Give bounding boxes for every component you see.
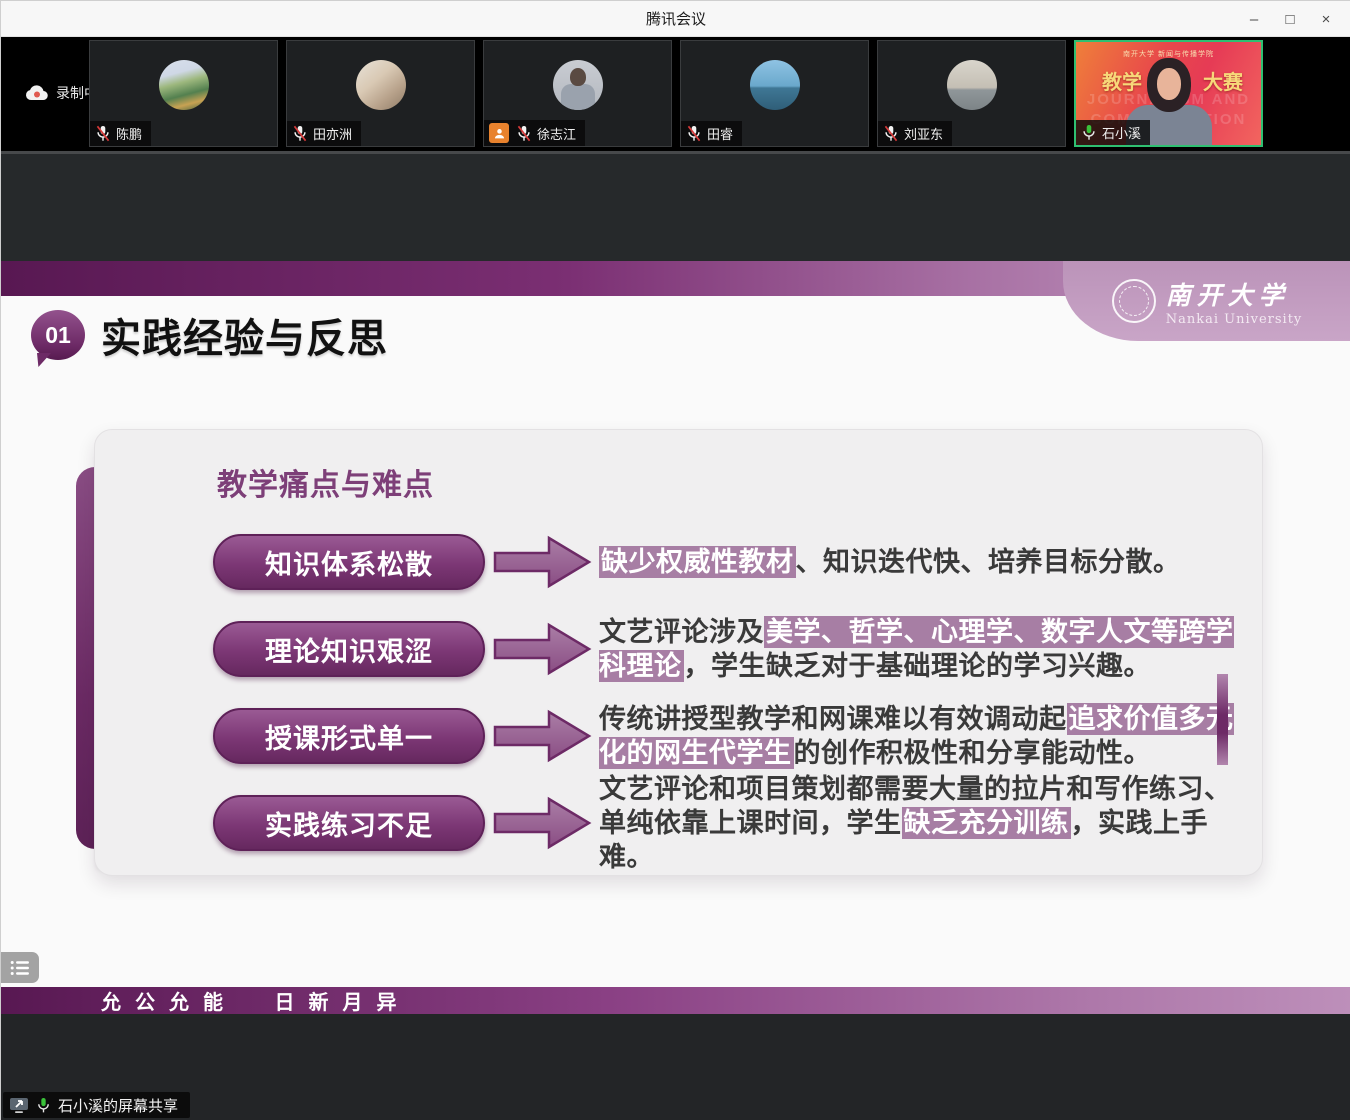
participant-name: 石小溪	[1102, 123, 1141, 142]
screen-share-icon	[9, 1096, 29, 1114]
pill-label: 理论知识艰涩	[265, 630, 433, 669]
section-number: 01	[45, 322, 71, 349]
bottom-background: 石小溪的屏幕共享	[1, 1014, 1350, 1120]
mic-active-icon	[1081, 124, 1097, 141]
participant-name-badge: 刘亚东	[878, 121, 952, 146]
mic-active-icon	[36, 1097, 51, 1114]
participant-name: 陈鹏	[116, 124, 142, 143]
avatar	[159, 60, 209, 110]
pain-point-row: 理论知识艰涩 文艺评论涉及美学、哲学、心理学、数字人文等跨学科理论，学生缺乏对于…	[213, 621, 1236, 677]
mic-muted-icon	[883, 125, 899, 142]
pain-point-pill: 知识体系松散	[213, 534, 485, 590]
mic-muted-icon	[95, 125, 111, 142]
plain-text: ，学生缺乏对于基础理论的学习兴趣。	[684, 651, 1152, 681]
maximize-icon[interactable]: □	[1275, 4, 1305, 34]
pill-label: 实践练习不足	[265, 804, 433, 843]
card-title: 教学痛点与难点	[217, 460, 1236, 504]
avatar	[553, 60, 603, 110]
pain-point-description: 传统讲授型教学和网课难以有效调动起追求价值多元化的网生代学生的创作积极性和分享能…	[599, 702, 1236, 770]
cloud-recording-icon	[25, 84, 49, 102]
participant-name-badge: 徐志江	[484, 120, 585, 146]
screen-share-text: 石小溪的屏幕共享	[58, 1095, 178, 1116]
mic-muted-icon	[686, 125, 702, 142]
pain-point-pill: 理论知识艰涩	[213, 621, 485, 677]
window-title: 腾讯会议	[646, 8, 706, 29]
host-person-icon	[493, 127, 506, 140]
university-name-cn: 南开大学	[1166, 276, 1303, 312]
participant-tile[interactable]: 田睿	[680, 40, 869, 147]
mic-muted-icon	[516, 125, 532, 142]
highlighted-text: 缺乏充分训练	[902, 807, 1071, 839]
pain-point-rows: 知识体系松散 缺少权威性教材、知识迭代快、培养目标分散。理论知识艰涩 文艺评论涉…	[213, 534, 1236, 851]
pain-point-row: 知识体系松散 缺少权威性教材、知识迭代快、培养目标分散。	[213, 534, 1236, 590]
pain-point-pill: 授课形式单一	[213, 708, 485, 764]
pill-label: 知识体系松散	[265, 543, 433, 582]
avatar	[947, 60, 997, 110]
video-banner-title-right: 大赛	[1203, 66, 1243, 95]
screen-share-label[interactable]: 石小溪的屏幕共享	[3, 1092, 190, 1118]
participant-tile[interactable]: 刘亚东	[877, 40, 1066, 147]
participant-name-badge: 陈鹏	[90, 121, 151, 146]
pain-point-description: 缺少权威性教材、知识迭代快、培养目标分散。	[599, 545, 1236, 579]
section-title-group: 01 实践经验与反思	[31, 306, 388, 364]
host-badge	[489, 123, 509, 143]
window-titlebar: 腾讯会议 – □ ×	[1, 1, 1350, 37]
motto-bar: 允公允能 日新月异	[1, 987, 1350, 1014]
participant-tile[interactable]: 田亦洲	[286, 40, 475, 147]
university-logo-area: 南开大学 Nankai University	[1063, 261, 1350, 341]
avatar	[356, 60, 406, 110]
speaker-face	[1157, 68, 1181, 100]
pain-point-description: 文艺评论涉及美学、哲学、心理学、数字人文等跨学科理论，学生缺乏对于基础理论的学习…	[599, 615, 1236, 683]
participant-name: 徐志江	[537, 124, 576, 143]
arrow-right-icon	[493, 706, 593, 766]
pain-point-row: 实践练习不足 文艺评论和项目策划都需要大量的拉片和写作练习、单纯依靠上课时间，学…	[213, 795, 1236, 851]
pain-point-row: 授课形式单一 传统讲授型教学和网课难以有效调动起追求价值多元化的网生代学生的创作…	[213, 708, 1236, 764]
section-number-bubble: 01	[31, 310, 85, 360]
slide-title: 实践经验与反思	[101, 306, 388, 364]
pill-label: 授课形式单一	[265, 717, 433, 756]
video-banner-title-left: 教学	[1102, 66, 1142, 95]
participant-name: 田睿	[707, 124, 733, 143]
participant-tile[interactable]: 南开大学 新闻与传播学院 JOURNALISM ANDCOMMUNICATION…	[1074, 40, 1263, 147]
minimize-icon[interactable]: –	[1239, 4, 1269, 34]
list-icon	[10, 960, 30, 976]
participant-name-badge: 田睿	[681, 121, 742, 146]
highlighted-text: 缺少权威性教材	[599, 546, 796, 578]
plain-text: 文艺评论涉及	[599, 617, 764, 647]
avatar	[750, 60, 800, 110]
shared-slide: 南开大学 Nankai University 01 实践经验与反思 教学痛点与难…	[1, 261, 1350, 1014]
participant-name-badge: 田亦洲	[287, 121, 361, 146]
vertical-bar-decoration	[1217, 674, 1228, 765]
plain-text: 、知识迭代快、培养目标分散。	[796, 547, 1181, 577]
close-icon[interactable]: ×	[1311, 4, 1341, 34]
participant-name: 刘亚东	[904, 124, 943, 143]
arrow-right-icon	[493, 619, 593, 679]
plain-text: 的创作积极性和分享能动性。	[794, 738, 1152, 768]
participant-tile[interactable]: 徐志江	[483, 40, 672, 147]
window-controls: – □ ×	[1239, 1, 1341, 37]
stage-background	[1, 151, 1350, 261]
pain-point-pill: 实践练习不足	[213, 795, 485, 851]
pain-point-description: 文艺评论和项目策划都需要大量的拉片和写作练习、单纯依靠上课时间，学生缺乏充分训练…	[599, 772, 1236, 874]
university-name-en: Nankai University	[1166, 312, 1303, 327]
participant-tile[interactable]: 陈鹏	[89, 40, 278, 147]
participant-name-badge: 石小溪	[1076, 120, 1150, 145]
participant-list-toggle-button[interactable]	[1, 952, 39, 983]
university-seal-icon	[1112, 279, 1156, 323]
participant-name: 田亦洲	[313, 124, 352, 143]
participant-strip-bg: 录制中 陈鹏 田亦洲 徐志江 田睿 刘亚东 南开大学 新闻与传播学院 JOURN…	[1, 37, 1350, 151]
plain-text: 传统讲授型教学和网课难以有效调动起	[599, 704, 1067, 734]
motto-text: 允公允能 日新月异	[101, 986, 411, 1015]
recording-indicator: 录制中	[25, 83, 98, 103]
mic-muted-icon	[292, 125, 308, 142]
arrow-right-icon	[493, 793, 593, 853]
arrow-right-icon	[493, 532, 593, 592]
pain-points-card: 教学痛点与难点 知识体系松散 缺少权威性教材、知识迭代快、培养目标分散。理论知识…	[94, 429, 1263, 876]
participant-strip: 陈鹏 田亦洲 徐志江 田睿 刘亚东 南开大学 新闻与传播学院 JOURNALIS…	[89, 40, 1263, 147]
